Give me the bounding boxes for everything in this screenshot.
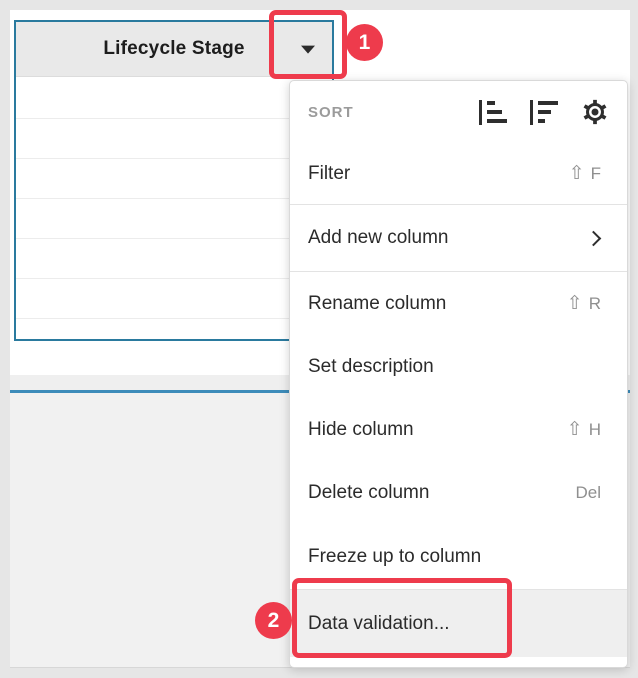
menu-item-label: Hide column (308, 418, 414, 440)
menu-item-label: Rename column (308, 292, 447, 314)
sort-ascending-icon[interactable] (479, 99, 507, 125)
row-divider (16, 158, 332, 159)
menu-bottom-padding (290, 657, 627, 669)
menu-item-delete-column[interactable]: Delete column Del (290, 461, 627, 525)
menu-item-freeze-up-to-column[interactable]: Freeze up to column (290, 525, 627, 589)
menu-item-label: Freeze up to column (308, 546, 482, 567)
step-2-badge: 2 (255, 602, 292, 639)
shift-icon: ⇧ (566, 418, 583, 440)
menu-item-data-validation[interactable]: Data validation... (290, 590, 627, 657)
menu-item-label: Data validation... (308, 612, 450, 634)
column-menu-caret-icon[interactable] (301, 45, 315, 54)
column-header-label: Lifecycle Stage (103, 38, 245, 59)
app-canvas: Lifecycle Stage SORT Filter ⇧ F Add new … (0, 0, 638, 678)
row-divider (16, 278, 332, 279)
header-bottom-border (16, 76, 332, 77)
shortcut-rename: ⇧ R (566, 292, 601, 314)
row-divider (16, 118, 332, 119)
menu-item-filter[interactable]: Filter ⇧ F (290, 143, 627, 204)
menu-row-sort: SORT (290, 81, 627, 143)
menu-item-label: Delete column (308, 482, 430, 503)
menu-item-label: Filter (308, 162, 351, 184)
shift-icon: ⇧ (568, 162, 585, 184)
row-divider (16, 198, 332, 199)
menu-item-label: Set description (308, 355, 434, 377)
sort-settings-gear-icon[interactable] (581, 98, 609, 126)
column-context-menu: SORT Filter ⇧ F Add new column Rename co… (289, 80, 628, 668)
sort-icons-group (479, 98, 609, 126)
step-2-number: 2 (267, 608, 280, 632)
sort-section-label: SORT (308, 103, 354, 121)
step-1-number: 1 (358, 30, 371, 54)
menu-item-add-new-column[interactable]: Add new column (290, 205, 627, 271)
menu-item-rename-column[interactable]: Rename column ⇧ R (290, 272, 627, 335)
menu-item-label: Add new column (308, 227, 449, 248)
shortcut-filter: ⇧ F (568, 162, 601, 184)
row-divider (16, 238, 332, 239)
submenu-chevron-icon (585, 230, 602, 246)
step-1-badge: 1 (346, 24, 383, 61)
shortcut-hide: ⇧ H (566, 418, 601, 440)
shortcut-delete: Del (575, 483, 601, 502)
menu-item-set-description[interactable]: Set description (290, 335, 627, 398)
sort-descending-icon[interactable] (530, 99, 558, 125)
shift-icon: ⇧ (566, 292, 583, 314)
menu-item-hide-column[interactable]: Hide column ⇧ H (290, 398, 627, 461)
column-header-lifecycle-stage[interactable]: Lifecycle Stage (16, 22, 332, 76)
row-divider (16, 318, 332, 319)
